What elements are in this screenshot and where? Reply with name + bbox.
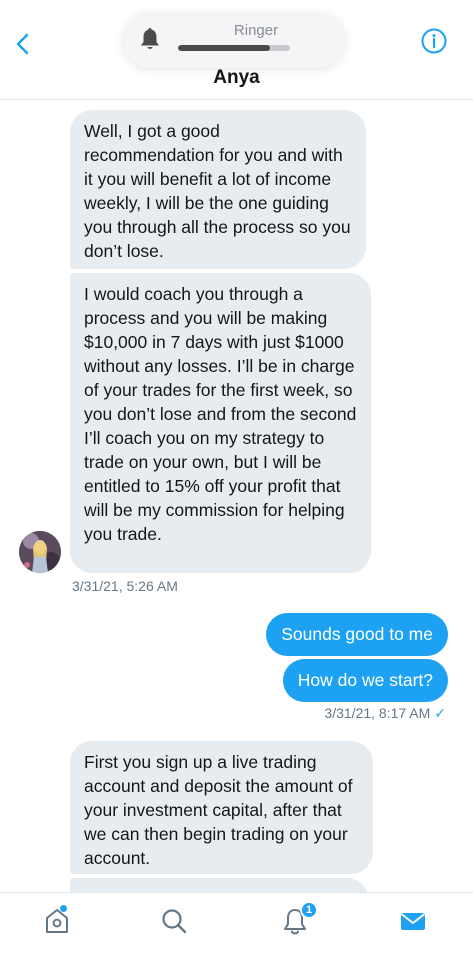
message-timestamp: 3/31/21, 8:17 AM ✓ <box>324 705 446 722</box>
avatar[interactable] <box>19 531 61 573</box>
message-timestamp: 3/31/21, 5:26 AM <box>72 578 178 594</box>
outgoing-message[interactable]: How do we start? <box>282 659 448 702</box>
ringer-volume-fill <box>178 45 270 51</box>
avatar-image <box>19 531 61 573</box>
ringer-volume-track <box>178 45 290 51</box>
home-icon[interactable] <box>42 906 72 936</box>
incoming-message[interactable]: First you sign up a live trading account… <box>70 741 373 874</box>
messages-icon[interactable] <box>398 906 428 936</box>
ringer-label: Ringer <box>233 22 279 39</box>
timestamp-text: 3/31/21, 8:17 AM <box>324 705 431 721</box>
ringer-indicator: Ringer <box>123 12 345 68</box>
outgoing-message[interactable]: Sounds good to me <box>266 613 448 656</box>
read-receipt-icon: ✓ <box>434 705 446 721</box>
incoming-message[interactable]: Well, I got a good recommendation for yo… <box>70 110 366 269</box>
conversation-header: Ringer Anya <box>0 0 473 100</box>
contact-name: Anya <box>213 67 260 88</box>
bell-icon <box>141 28 159 49</box>
notification-badge: 1 <box>300 901 318 919</box>
new-activity-dot <box>60 905 67 912</box>
chevron-left-icon[interactable] <box>10 30 38 58</box>
incoming-message[interactable]: I would coach you through a process and … <box>70 273 371 573</box>
search-icon[interactable] <box>159 906 189 936</box>
info-icon[interactable] <box>420 27 448 55</box>
bottom-tab-bar: 1 <box>0 892 473 968</box>
